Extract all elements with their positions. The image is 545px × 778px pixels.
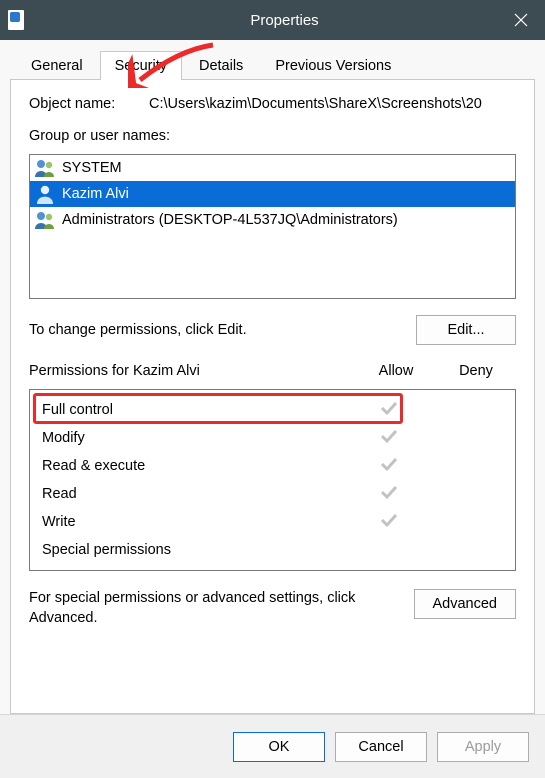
permission-allow <box>349 456 429 476</box>
cancel-button[interactable]: Cancel <box>335 732 427 762</box>
group-icon <box>34 210 56 230</box>
check-icon <box>379 460 399 476</box>
permissions-header: Permissions for Kazim Alvi Allow Deny <box>29 363 516 379</box>
user-list-item[interactable]: SYSTEM <box>30 155 515 181</box>
permissions-list: Full control Modify Read & execute Read Writ… <box>29 389 516 571</box>
edit-row: To change permissions, click Edit. Edit.… <box>29 315 516 345</box>
perm-header-name: Permissions for Kazim Alvi <box>29 363 356 379</box>
object-name-label: Object name: <box>29 96 129 112</box>
perm-header-allow: Allow <box>356 363 436 379</box>
title-bar: Properties <box>0 0 545 40</box>
permission-allow <box>349 484 429 504</box>
permission-allow <box>349 428 429 448</box>
permission-name: Special permissions <box>40 542 349 558</box>
advanced-button[interactable]: Advanced <box>414 589 517 619</box>
permission-row: Special permissions <box>30 536 515 564</box>
permission-row: Modify <box>30 424 515 452</box>
permission-name: Read <box>40 486 349 502</box>
tab-security[interactable]: Security <box>100 51 182 80</box>
apply-button[interactable]: Apply <box>437 732 529 762</box>
user-list[interactable]: SYSTEM Kazim Alvi Administrators (DESKTOP-… <box>29 154 516 299</box>
permission-row: Read & execute <box>30 452 515 480</box>
check-icon <box>379 404 399 420</box>
file-icon <box>8 10 24 30</box>
edit-button[interactable]: Edit... <box>416 315 516 345</box>
tab-general[interactable]: General <box>16 51 98 80</box>
permission-allow <box>349 400 429 420</box>
security-panel: Object name: C:\Users\kazim\Documents\Sh… <box>10 79 535 714</box>
permission-name: Read & execute <box>40 458 349 474</box>
advanced-row: For special permissions or advanced sett… <box>29 589 516 628</box>
check-icon <box>379 432 399 448</box>
close-button[interactable] <box>497 0 545 40</box>
permission-row: Write <box>30 508 515 536</box>
dialog-footer: OK Cancel Apply <box>0 714 545 778</box>
tab-details[interactable]: Details <box>184 51 258 80</box>
person-icon <box>34 184 56 204</box>
check-icon <box>379 488 399 504</box>
permission-row: Read <box>30 480 515 508</box>
tab-previous[interactable]: Previous Versions <box>260 51 406 80</box>
object-name-row: Object name: C:\Users\kazim\Documents\Sh… <box>29 96 516 112</box>
check-icon <box>379 516 399 532</box>
group-user-label: Group or user names: <box>29 128 516 144</box>
tab-strip: GeneralSecurityDetailsPrevious Versions <box>10 50 535 79</box>
permission-name: Write <box>40 514 349 530</box>
user-name: SYSTEM <box>62 160 122 176</box>
user-list-item[interactable]: Kazim Alvi <box>30 181 515 207</box>
edit-hint: To change permissions, click Edit. <box>29 322 406 338</box>
group-icon <box>34 158 56 178</box>
permission-allow <box>349 512 429 532</box>
permission-name: Modify <box>40 430 349 446</box>
advanced-hint: For special permissions or advanced sett… <box>29 589 404 628</box>
properties-window: Properties GeneralSecurityDetailsPreviou… <box>0 0 545 778</box>
permission-row: Full control <box>30 396 515 424</box>
close-icon <box>514 13 528 27</box>
perm-header-deny: Deny <box>436 363 516 379</box>
object-name-value: C:\Users\kazim\Documents\ShareX\Screensh… <box>149 96 516 112</box>
window-title: Properties <box>32 12 537 29</box>
content-area: GeneralSecurityDetailsPrevious Versions … <box>0 40 545 714</box>
user-list-item[interactable]: Administrators (DESKTOP-4L537JQ\Administ… <box>30 207 515 233</box>
user-name: Administrators (DESKTOP-4L537JQ\Administ… <box>62 212 398 228</box>
permission-name: Full control <box>40 402 349 418</box>
user-name: Kazim Alvi <box>62 186 129 202</box>
ok-button[interactable]: OK <box>233 732 325 762</box>
